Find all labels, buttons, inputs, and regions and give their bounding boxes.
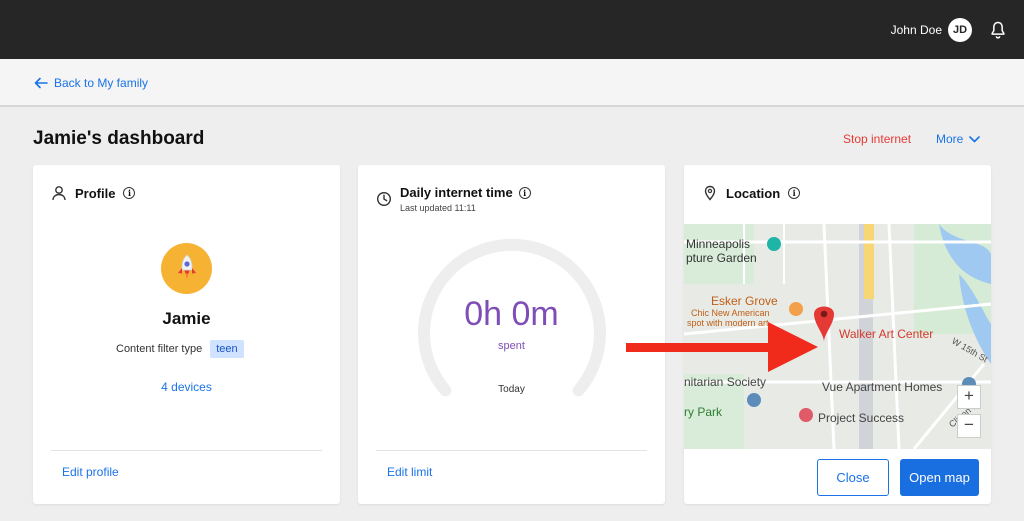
info-icon[interactable]: i [123, 187, 136, 199]
internet-time-card: Daily internet time i Last updated 11:11… [358, 165, 665, 504]
devices-link[interactable]: 4 devices [33, 380, 340, 394]
profile-card-title: Profile [75, 185, 116, 201]
card-divider [376, 450, 647, 451]
profile-card: Profile i Jamie Content filter type teen… [33, 165, 340, 504]
user-name[interactable]: John Doe [891, 23, 942, 37]
internet-time-card-title: Daily internet time [400, 185, 513, 200]
close-button[interactable]: Close [817, 459, 889, 496]
zoom-out-button[interactable]: − [957, 414, 981, 438]
more-label: More [936, 132, 964, 146]
user-avatar[interactable]: JD [948, 18, 972, 42]
map-label-esker-grove: Esker Grove [711, 294, 778, 308]
page-title: Jamie's dashboard [33, 128, 205, 149]
map-label-vue: Vue Apartment Homes [822, 380, 943, 394]
content-filter-label: Content filter type [116, 343, 203, 355]
child-avatar [161, 243, 212, 294]
more-menu-button[interactable]: More [936, 132, 981, 146]
zoom-in-button[interactable]: + [957, 385, 981, 409]
map-label-minneapolis: Minneapolis [686, 237, 751, 251]
person-icon [52, 186, 66, 201]
chevron-down-icon [969, 135, 981, 142]
content-filter-row: Content filter type teen [116, 340, 244, 358]
map-pin-icon [704, 185, 716, 201]
location-card-header: Location i [702, 185, 801, 201]
stop-internet-button[interactable]: Stop internet [843, 132, 911, 146]
time-period-label: Today [498, 384, 525, 395]
arrow-left-icon [34, 77, 48, 89]
open-map-button[interactable]: Open map [900, 459, 979, 496]
child-name: Jamie [162, 309, 211, 328]
info-icon[interactable]: i [518, 186, 531, 199]
back-link-label: Back to My family [54, 76, 149, 90]
bell-icon[interactable] [988, 20, 1008, 40]
top-bar: John Doe JD [0, 0, 1024, 59]
clock-icon [376, 191, 392, 207]
map-label-garden: pture Garden [686, 251, 757, 265]
time-spent-caption: spent [498, 340, 525, 352]
last-updated-text: Last updated 11:11 [400, 203, 476, 213]
content-filter-badge: teen [210, 340, 244, 358]
location-card-title: Location [726, 185, 781, 201]
edit-limit-link[interactable]: Edit limit [387, 465, 432, 479]
info-icon[interactable]: i [788, 187, 801, 199]
profile-card-header: Profile i [51, 185, 136, 201]
internet-time-card-header: Daily internet time i Last updated 11:11 [376, 185, 531, 213]
map-label-walker: Walker Art Center [839, 327, 934, 341]
back-link[interactable]: Back to My family [34, 76, 148, 90]
time-spent-value: 0h 0m [464, 295, 559, 333]
map-label-park: ry Park [684, 405, 723, 419]
sub-nav-bar [0, 59, 1024, 107]
edit-profile-link[interactable]: Edit profile [62, 465, 119, 479]
rocket-icon [177, 253, 196, 279]
card-divider [51, 450, 322, 451]
annotation-arrow-icon [626, 322, 818, 372]
map-label-project-success: Project Success [818, 411, 905, 425]
